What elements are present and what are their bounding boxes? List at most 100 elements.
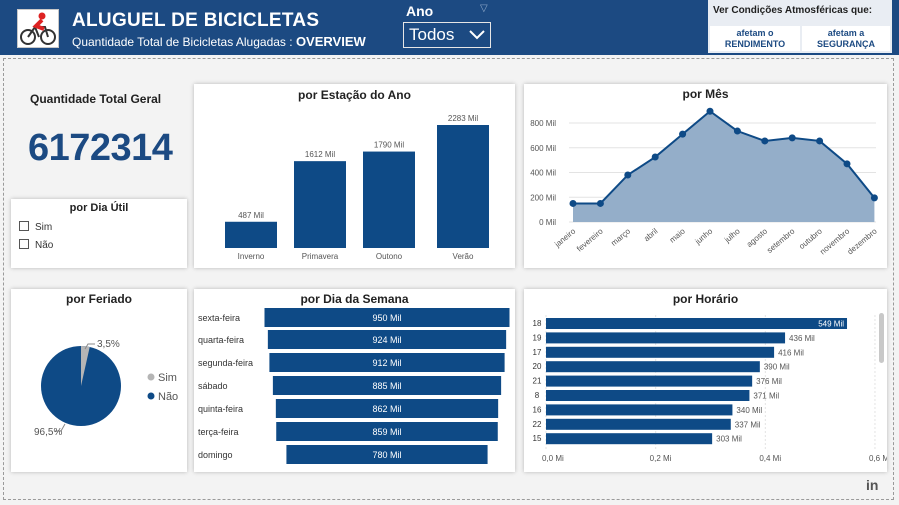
data-point	[733, 127, 741, 135]
bar	[363, 151, 415, 248]
tick-label: terça-feira	[198, 427, 239, 437]
tick-label: 20	[533, 362, 542, 371]
bar	[437, 125, 489, 248]
weather-panel: Ver Condições Atmosféricas que: afetam o…	[708, 0, 892, 53]
data-label: 337 Mil	[735, 420, 761, 429]
tick-label: agosto	[745, 226, 770, 249]
tick-label: sexta-feira	[198, 313, 240, 323]
kpi-value: 6172314	[28, 127, 173, 169]
tick-label: março	[609, 226, 632, 248]
tick-label: domingo	[198, 450, 233, 460]
safety-button[interactable]: afetam a SEGURANÇA	[802, 26, 890, 51]
tick-label: sábado	[198, 381, 228, 391]
bar	[546, 361, 760, 373]
scrollbar[interactable]	[879, 313, 884, 363]
tick-label: 19	[533, 333, 542, 342]
data-point	[651, 153, 659, 161]
tick-label: julho	[722, 226, 742, 245]
weather-panel-title: Ver Condições Atmosféricas que:	[713, 5, 873, 16]
tick-label: Verão	[453, 252, 474, 261]
slicer-option-sim[interactable]: Sim	[19, 221, 52, 233]
slicer-option-nao[interactable]: Não	[19, 239, 53, 251]
performance-button-line2: RENDIMENTO	[724, 39, 786, 49]
season-chart-card: por Estação do Ano 487 Mil Inverno 1612 Mi…	[194, 84, 515, 268]
linkedin-icon[interactable]: in	[866, 477, 878, 493]
year-filter-label: Ano	[406, 3, 434, 19]
data-point	[761, 137, 769, 145]
weekday-slicer: por Dia Útil Sim Não	[11, 199, 187, 268]
tick-label: quinta-feira	[198, 404, 243, 414]
tick-label: 0,4 Mi	[759, 454, 781, 463]
tick-label: 8	[535, 391, 540, 400]
tick-label: Primavera	[302, 252, 339, 261]
tick-label: 18	[533, 319, 542, 328]
tick-label: 0,6 Mi	[869, 454, 887, 463]
page-title: ALUGUEL DE BICICLETAS	[72, 10, 320, 31]
checkbox[interactable]	[19, 239, 29, 249]
bar	[225, 221, 277, 248]
data-point	[816, 137, 824, 145]
data-label: 1790 Mil	[374, 141, 404, 150]
tick-label: Inverno	[238, 252, 265, 261]
bar	[546, 375, 753, 387]
tick-label: segunda-feira	[198, 358, 253, 368]
kpi-title: Quantidade Total Geral	[30, 92, 162, 106]
tick-label: 21	[533, 377, 542, 386]
tick-label: 17	[533, 348, 542, 357]
bar	[546, 390, 750, 401]
tick-label: 16	[533, 405, 542, 414]
weekday-chart: sexta-feira 950 Mil quarta-feira 924 Mil seg…	[198, 308, 510, 464]
weekday-slicer-title: por Dia Útil	[69, 202, 129, 214]
tick-label: janeiro	[552, 226, 577, 249]
safety-button-line2: SEGURANÇA	[816, 39, 875, 49]
page-subtitle: Quantidade Total de Bicicletas Alugadas …	[72, 34, 366, 49]
performance-button-line1: afetam o	[736, 28, 774, 38]
tick-label: 0,0 Mi	[542, 454, 564, 463]
data-label: 487 Mil	[238, 211, 264, 220]
data-label: 96,5%	[34, 427, 62, 438]
bar	[546, 404, 733, 416]
bar	[546, 346, 775, 358]
tick-label: 800 Mil	[530, 119, 556, 128]
data-label: 390 Mil	[764, 363, 790, 372]
legend-label: Não	[158, 391, 178, 403]
data-label: 859 Mil	[372, 427, 401, 437]
bar	[294, 161, 346, 248]
data-point	[843, 160, 851, 168]
year-filter-value: Todos	[409, 25, 455, 44]
data-label: 950 Mil	[372, 313, 401, 323]
tick-label: 400 Mil	[530, 169, 556, 178]
data-point	[679, 130, 687, 138]
data-label: 549 Mil	[818, 320, 844, 329]
holiday-chart-card: por Feriado 3,5% 96,5% Sim Não	[11, 289, 187, 472]
bar	[546, 332, 786, 344]
header-bar: ALUGUEL DE BICICLETAS Quantidade Total d…	[0, 0, 899, 55]
data-point	[596, 199, 604, 207]
data-label: 924 Mil	[372, 335, 401, 345]
performance-button[interactable]: afetam o RENDIMENTO	[710, 26, 800, 51]
tick-label: abril	[642, 226, 660, 243]
hour-chart-card: por Horário 0,0 Mi0,2 Mi0,4 Mi0,6 Mi1854…	[524, 289, 887, 472]
chevron-down-icon[interactable]: ▽	[480, 3, 488, 14]
tick-label: junho	[693, 226, 715, 246]
slicer-option-label: Não	[35, 240, 54, 251]
year-filter-dropdown[interactable]: Todos	[403, 22, 491, 48]
tick-label: setembro	[765, 226, 797, 255]
data-label: 3,5%	[97, 339, 120, 350]
legend-label: Sim	[158, 372, 177, 384]
area-fill	[573, 111, 875, 222]
data-label: 885 Mil	[372, 381, 401, 391]
season-chart: 487 Mil Inverno 1612 Mil Primavera 1790 Mil O…	[225, 114, 489, 261]
checkbox[interactable]	[19, 221, 29, 231]
bar	[546, 318, 848, 329]
data-label: 862 Mil	[372, 404, 401, 414]
month-chart-card: por Mês 0 Mil 200 Mil 400 Mil 600 Mil 800 Mi…	[524, 84, 887, 268]
data-label: 376 Mil	[756, 377, 782, 386]
tick-label: dezembro	[846, 226, 879, 256]
data-label: 340 Mil	[736, 406, 762, 415]
weekday-chart-card: por Dia da Semana sexta-feira 950 Mil quar…	[194, 289, 515, 472]
tick-label: quarta-feira	[198, 335, 244, 345]
data-label: 303 Mil	[716, 435, 742, 444]
tick-label: 600 Mil	[530, 144, 556, 153]
data-label: 371 Mil	[753, 392, 779, 401]
